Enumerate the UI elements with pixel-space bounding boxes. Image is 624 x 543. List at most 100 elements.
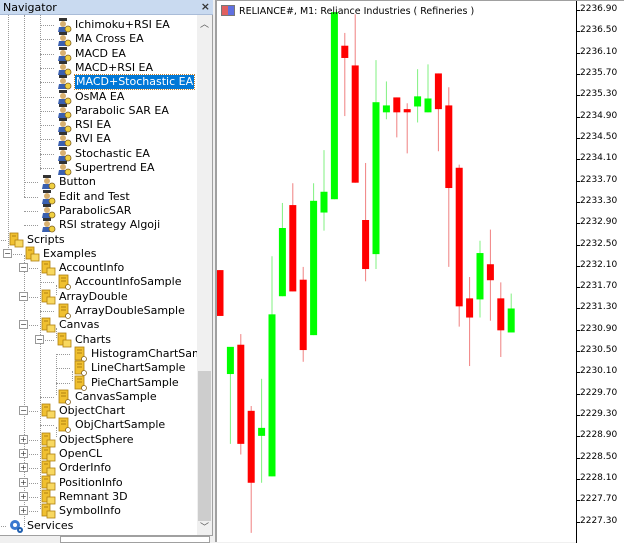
candle-body	[414, 96, 422, 107]
candle-body	[434, 73, 442, 110]
candle-body	[247, 410, 255, 483]
tree-item[interactable]: − Charts	[0, 332, 197, 347]
candle-body	[372, 102, 380, 255]
tree-item[interactable]: OsMA EA	[0, 89, 197, 104]
tree-item[interactable]: Supertrend EA	[0, 161, 197, 176]
tree-item[interactable]: − ArrayDouble	[0, 289, 197, 305]
tree-item[interactable]: Edit and Test	[0, 189, 197, 204]
tree-item-label: Stochastic EA	[75, 146, 150, 160]
tree-item-label: ArrayDouble	[59, 289, 128, 303]
price-tick-label: 2234.10	[577, 153, 617, 163]
tree-item-label: MACD+RSI EA	[75, 60, 154, 74]
tree-item[interactable]: RSI strategy Algoji	[0, 218, 197, 233]
collapse-icon[interactable]: −	[19, 263, 28, 273]
price-tick-text: 2228.50	[580, 451, 618, 462]
tree-item[interactable]: CanvasSample	[0, 389, 197, 405]
tree-item[interactable]: Button	[0, 175, 197, 190]
price-tick-label: 2236.90	[577, 4, 617, 14]
expand-icon[interactable]: +	[19, 506, 28, 516]
expand-icon[interactable]: +	[19, 463, 28, 473]
tree-item[interactable]: −Scripts	[0, 232, 197, 247]
collapse-icon[interactable]: −	[19, 406, 28, 416]
chart-window[interactable]: RELIANCE#, M1: Reliance Industries ( Ref…	[215, 0, 624, 543]
tree-item[interactable]: + Remnant 3D	[0, 489, 197, 505]
tree-item[interactable]: Parabolic SAR EA	[0, 103, 197, 119]
price-tick-text: 2227.30	[580, 515, 618, 526]
candle-body	[217, 270, 224, 316]
tree-item[interactable]: ObjChartSample	[0, 417, 197, 434]
tree-item[interactable]: Stochastic EA	[0, 146, 197, 162]
tree-item-label: CanvasSample	[75, 389, 157, 403]
tree-item[interactable]: Ichimoku+RSI EA	[0, 18, 197, 33]
tree-item[interactable]: ParabolicSAR	[0, 203, 197, 219]
tree-item[interactable]: + SymbolInfo	[0, 503, 197, 519]
tree-item[interactable]: + PositionInfo	[0, 475, 197, 490]
price-tick-text: 2230.50	[580, 345, 618, 356]
collapse-icon[interactable]: −	[19, 320, 28, 330]
expand-icon[interactable]: +	[19, 434, 28, 444]
price-axis[interactable]: 2236.90 2236.50 2236.10 2235.70 2235.30 2234.…	[576, 1, 624, 543]
tree-item[interactable]: − ObjectChart	[0, 403, 197, 419]
tree-item[interactable]: Services	[0, 519, 197, 533]
bear-candle	[445, 87, 453, 267]
tree-item-label: PositionInfo	[59, 475, 123, 489]
bull-candle	[310, 183, 318, 336]
tree-item[interactable]: + ObjectSphere	[0, 432, 197, 448]
tree-item[interactable]: ArrayDoubleSample	[0, 303, 197, 319]
tree-item[interactable]: HistogramChartSample	[0, 346, 197, 362]
scroll-up-icon[interactable]: ︿	[200, 17, 209, 30]
tree-item-label: OrderInfo	[59, 461, 112, 475]
tree-item[interactable]: + OrderInfo	[0, 460, 197, 476]
price-tick-label: 2235.70	[577, 68, 617, 78]
tree-item[interactable]: AccountInfoSample	[0, 274, 197, 291]
tree-item[interactable]: MACD+Stochastic EA	[0, 74, 197, 91]
bear-candle	[362, 162, 370, 282]
price-tick-text: 2234.10	[580, 153, 618, 164]
tree-item[interactable]: RVI EA	[0, 132, 197, 147]
candle-body	[226, 346, 234, 375]
tree-item-label: Edit and Test	[59, 189, 130, 203]
tree-item[interactable]: PieChartSample	[0, 375, 197, 391]
folder-icon	[40, 260, 56, 276]
candle-body	[258, 427, 266, 436]
tree-item[interactable]: + OpenCL	[0, 446, 197, 462]
navigator-panel: Navigator × Ichimoku+RSI EA MA Cross EA MA…	[0, 0, 213, 543]
price-tick-label: 2236.10	[577, 47, 617, 57]
expand-icon[interactable]: +	[19, 491, 28, 501]
tree-connector	[56, 382, 70, 384]
navigator-tabs	[0, 535, 213, 543]
candlestick-chart[interactable]	[217, 1, 576, 543]
tree-connector	[24, 182, 38, 184]
tree-connector	[24, 225, 38, 227]
collapse-icon[interactable]: −	[35, 334, 44, 344]
tree-item-label: Examples	[43, 246, 97, 260]
candle-body	[393, 97, 401, 113]
tree-connector	[40, 396, 54, 398]
tree-item[interactable]: RSI EA	[0, 118, 197, 133]
tree-item-label: RSI strategy Algoji	[59, 218, 161, 232]
tree-item[interactable]: − Canvas	[0, 317, 197, 333]
scrollbar-thumb[interactable]	[198, 371, 211, 521]
expand-icon[interactable]: +	[19, 449, 28, 458]
scroll-down-icon[interactable]: ﹀	[200, 520, 209, 533]
price-tick-text: 2233.30	[580, 195, 618, 206]
tree-item[interactable]: MACD EA	[0, 46, 197, 61]
close-icon[interactable]: ×	[201, 0, 210, 13]
candle-body	[268, 314, 276, 477]
price-tick-text: 2229.30	[580, 409, 618, 420]
tree-item-label: ParabolicSAR	[59, 203, 132, 217]
collapse-icon[interactable]: −	[3, 248, 12, 258]
collapse-icon[interactable]: −	[19, 291, 28, 301]
bear-candle	[351, 14, 359, 183]
navigator-title-bar: Navigator ×	[0, 0, 213, 15]
navigator-scrollbar[interactable]: ︿ ﹀	[197, 15, 212, 535]
tree-connector	[40, 168, 54, 169]
tree-item[interactable]: − AccountInfo	[0, 260, 197, 276]
expand-icon[interactable]: +	[19, 477, 28, 487]
candle-body	[466, 298, 474, 318]
tree-item[interactable]: LineChartSample	[0, 360, 197, 377]
tree-item[interactable]: − Examples	[0, 246, 197, 262]
tree-item[interactable]: MACD+RSI EA	[0, 60, 197, 76]
tree-item[interactable]: MA Cross EA	[0, 32, 197, 47]
script-icon	[56, 274, 72, 291]
